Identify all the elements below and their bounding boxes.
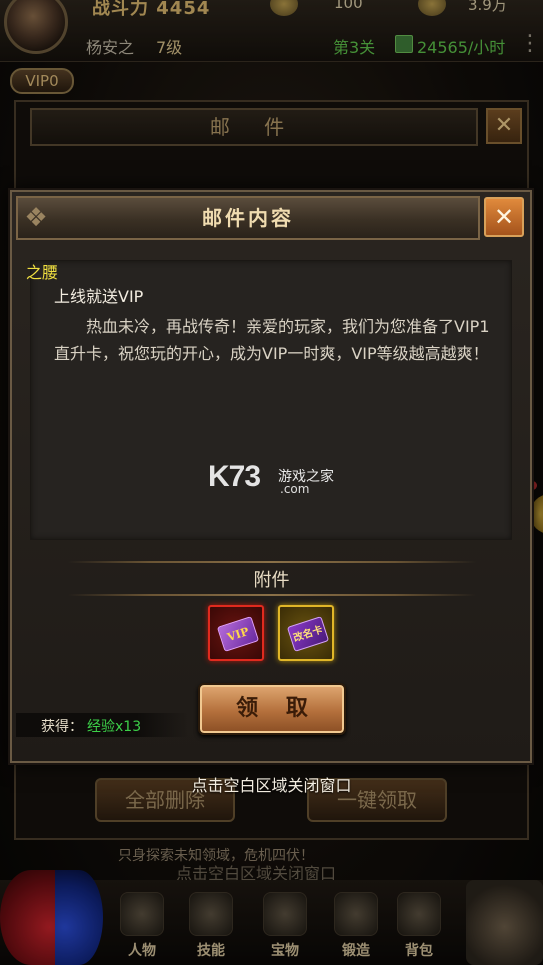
- dialog-header: 邮件内容: [16, 196, 480, 240]
- rename-card-icon: 改名卡: [286, 616, 330, 652]
- dialog-close-hint: 点击空白区域关闭窗口: [191, 776, 352, 795]
- mail-subject: 上线就送VIP: [54, 287, 144, 306]
- dialog-close-button[interactable]: ✕: [484, 197, 524, 237]
- mail-sender: 之腰: [26, 263, 59, 282]
- watermark-logo: K73: [208, 460, 261, 493]
- vip-card-icon: VIP: [216, 616, 260, 652]
- dialog-title: 邮件内容: [202, 206, 294, 230]
- mail-body-text: 热血未冷，再战传奇！亲爱的玩家，我们为您准备了VIP1直升卡，祝您玩的开心，成为…: [54, 317, 490, 363]
- attachments-title: 附件: [253, 570, 290, 591]
- attachment-divider-top: [68, 561, 476, 563]
- attachment-divider-bottom: [68, 594, 476, 596]
- claim-button[interactable]: 领 取: [198, 683, 346, 735]
- reward-value: 经验x13: [87, 719, 142, 735]
- site-watermark: K73 游戏之家 .com: [208, 460, 348, 498]
- attachment-vip-card[interactable]: VIP: [208, 605, 264, 661]
- attachment-rename-card[interactable]: 改名卡: [278, 605, 334, 661]
- watermark-domain: .com: [280, 482, 310, 496]
- ornament-icon: ❖: [24, 203, 48, 233]
- reward-label: 获得：: [41, 719, 83, 735]
